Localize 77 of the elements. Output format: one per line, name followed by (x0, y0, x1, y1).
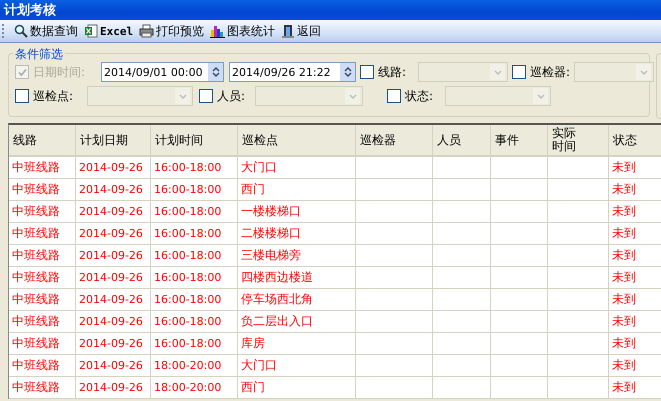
table-cell: 2014-09-26 (76, 355, 151, 376)
table-cell: 未到 (609, 289, 661, 310)
table-cell: 西门 (238, 377, 356, 398)
table-cell: 16:00-18:00 (151, 267, 238, 288)
table-cell: 库房 (238, 333, 356, 354)
table-cell: 未到 (609, 377, 661, 398)
table-cell: 中班线路 (9, 377, 76, 398)
table-cell: 2014-09-26 (76, 201, 151, 222)
table-cell: 中班线路 (9, 333, 76, 354)
table-cell: 18:00-20:00 (151, 377, 238, 398)
table-cell: 中班线路 (9, 157, 76, 178)
table-cell: 16:00-18:00 (151, 311, 238, 332)
field-label: 人员: (217, 88, 246, 104)
table-cell: 停车场西北角 (238, 289, 356, 310)
table-cell: 三楼电梯旁 (238, 245, 356, 266)
field-label: 巡检器: (530, 64, 572, 80)
column-header[interactable]: 状态 (613, 134, 637, 146)
search-button[interactable]: 数据查询 (12, 21, 80, 41)
column-header[interactable]: 事件 (495, 134, 519, 146)
table-cell: 二楼楼梯口 (238, 223, 356, 244)
table-cell: 2014-09-26 (76, 267, 151, 288)
table-cell: 西门 (238, 179, 356, 200)
table-cell: 中班线路 (9, 267, 76, 288)
column-header[interactable]: 计划时间 (155, 134, 203, 146)
column-header[interactable]: 实际时间 (552, 127, 576, 153)
table-cell: 中班线路 (9, 355, 76, 376)
field-label: 线路: (378, 64, 408, 80)
table-cell: 大门口 (238, 355, 356, 376)
table-cell: 未到 (609, 311, 661, 332)
table-cell: 大门口 (238, 157, 356, 178)
column-header[interactable]: 巡检器 (360, 134, 396, 146)
column-header[interactable]: 线路 (13, 134, 37, 146)
table-cell: 未到 (609, 223, 661, 244)
excel-button[interactable]: Excel (82, 21, 136, 41)
table-cell: 2014-09-26 (76, 157, 151, 178)
table-cell: 16:00-18:00 (151, 289, 238, 310)
table-cell: 未到 (609, 333, 661, 354)
table-cell: 2014-09-26 (76, 179, 151, 200)
table-cell: 16:00-18:00 (151, 223, 238, 244)
table-cell: 中班线路 (9, 179, 76, 200)
table-cell: 18:00-20:00 (151, 355, 238, 376)
table-cell: 16:00-18:00 (151, 333, 238, 354)
table-cell: 未到 (609, 245, 661, 266)
table-cell: 负二层出入口 (238, 311, 356, 332)
field-label: 巡检点: (33, 88, 74, 104)
table-cell: 16:00-18:00 (151, 201, 238, 222)
back-button[interactable]: 返回 (279, 21, 324, 41)
table-cell: 2014-09-26 (76, 311, 151, 332)
chart-button[interactable]: 图表统计 (208, 21, 278, 41)
table-cell: 2014-09-26 (76, 289, 151, 310)
table-cell: 16:00-18:00 (151, 179, 238, 200)
table-cell: 2014-09-26 (76, 223, 151, 244)
table-cell: 16:00-18:00 (151, 157, 238, 178)
column-header[interactable]: 巡检点 (242, 134, 278, 146)
group-title: 条件筛选 (13, 46, 65, 63)
column-header[interactable]: 计划日期 (80, 134, 128, 146)
table-cell: 2014-09-26 (76, 377, 151, 398)
window-title: 计划考核 (4, 2, 56, 19)
table-cell: 中班线路 (9, 289, 76, 310)
table-cell: 未到 (609, 201, 661, 222)
table-cell: 2014-09-26 (76, 333, 151, 354)
field-label: 状态: (405, 88, 434, 104)
table-cell: 中班线路 (9, 245, 76, 266)
column-header[interactable]: 人员 (437, 134, 461, 146)
table-cell: 未到 (609, 157, 661, 178)
table-cell: 2014-09-26 (76, 245, 151, 266)
table-cell: 中班线路 (9, 311, 76, 332)
print-button[interactable]: 打印预览 (137, 21, 206, 41)
table-cell: 16:00-18:00 (151, 245, 238, 266)
field-label: 日期时间: (33, 64, 86, 80)
table-cell: 一楼楼梯口 (238, 201, 356, 222)
table-cell: 未到 (609, 355, 661, 376)
table-cell: 中班线路 (9, 223, 76, 244)
table-cell: 未到 (609, 179, 661, 200)
table-cell: 未到 (609, 267, 661, 288)
table-cell: 中班线路 (9, 201, 76, 222)
table-cell: 四楼西边楼道 (238, 267, 356, 288)
